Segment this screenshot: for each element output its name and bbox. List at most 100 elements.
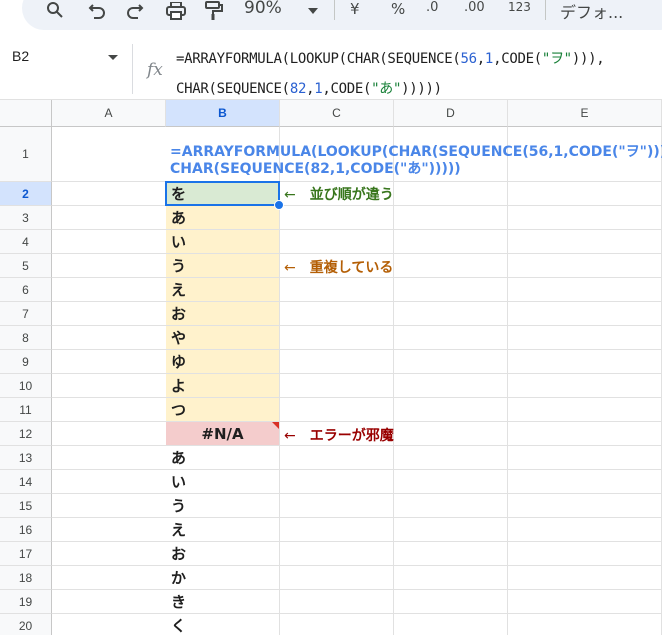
grid-row-line — [52, 589, 662, 590]
row-header-5[interactable]: 5 — [0, 254, 52, 278]
name-box[interactable]: B2 — [12, 48, 29, 64]
select-all-corner[interactable] — [0, 100, 52, 127]
formula-segment: ))), — [571, 51, 605, 67]
formula-segment: ))))) — [401, 81, 442, 97]
search-icon[interactable] — [44, 0, 66, 22]
formula-input-line-1[interactable]: =ARRAYFORMULA(LOOKUP(CHAR(SEQUENCE(56,1,… — [176, 48, 605, 68]
grid-row-line — [52, 229, 662, 230]
formula-string: "ヲ" — [541, 51, 572, 67]
cell-b6[interactable]: え — [166, 278, 279, 301]
grid-row-line — [52, 205, 662, 206]
grid-row-line — [52, 421, 662, 422]
fx-icon: fx — [147, 60, 163, 80]
column-header-a[interactable]: A — [52, 100, 166, 127]
grid-row-line — [52, 325, 662, 326]
cell-b15[interactable]: う — [166, 494, 279, 517]
row-header-11[interactable]: 11 — [0, 398, 52, 422]
formula-input-line-2[interactable]: CHAR(SEQUENCE(82,1,CODE("あ"))))) — [176, 78, 442, 98]
arrow-left-icon: ← — [284, 428, 296, 444]
row-header-10[interactable]: 10 — [0, 374, 52, 398]
formula-number: 82 — [289, 81, 307, 97]
grid-row-line — [52, 277, 662, 278]
cell-b4[interactable]: い — [166, 230, 279, 253]
row-header-6[interactable]: 6 — [0, 278, 52, 302]
print-icon[interactable] — [164, 0, 188, 22]
formula-segment: CHAR(SEQUENCE( — [176, 81, 290, 97]
row-header-19[interactable]: 19 — [0, 590, 52, 614]
row-header-15[interactable]: 15 — [0, 494, 52, 518]
cell-b9[interactable]: ゆ — [166, 350, 279, 373]
error-indicator-icon[interactable] — [272, 422, 279, 429]
zoom-value[interactable]: 90% — [244, 0, 282, 18]
row-header-7[interactable]: 7 — [0, 302, 52, 326]
decrease-decimal-button[interactable]: .0 — [426, 0, 438, 15]
cell-b18[interactable]: か — [166, 566, 279, 589]
grid-row-line — [52, 301, 662, 302]
cell-b7[interactable]: お — [166, 302, 279, 325]
column-header-b[interactable]: B — [166, 100, 280, 127]
annotation-order: ← 並び順が違う — [284, 184, 394, 204]
row-header-9[interactable]: 9 — [0, 350, 52, 374]
row-header-8[interactable]: 8 — [0, 326, 52, 350]
formula-number: 1 — [484, 51, 494, 67]
grid-row-line — [52, 445, 662, 446]
spreadsheet-grid[interactable]: ABCDE 1 2 3 4 5 6 7 8 9 10 11 12 13 14 15 16 17 18 19 20 をあ… — [0, 100, 662, 635]
row-header-4[interactable]: 4 — [0, 230, 52, 254]
formula-number: 56 — [460, 51, 478, 67]
font-family-select[interactable]: デフォ... — [560, 0, 623, 23]
row-header-17[interactable]: 17 — [0, 542, 52, 566]
cell-b3[interactable]: あ — [166, 206, 279, 229]
selected-cell-border — [165, 181, 280, 206]
formula-segment: ,CODE( — [493, 51, 542, 67]
number-format-button[interactable]: 123 — [508, 0, 531, 14]
cell-b10[interactable]: よ — [166, 374, 279, 397]
row-header-18[interactable]: 18 — [0, 566, 52, 590]
zoom-dropdown-icon[interactable] — [306, 0, 320, 22]
formula-segment: , — [476, 51, 485, 67]
row-header-2[interactable]: 2 — [0, 182, 52, 206]
cell-b1-line-1: =ARRAYFORMULA(LOOKUP(CHAR(SEQUENCE(56,1,… — [170, 144, 662, 160]
row-header-12[interactable]: 12 — [0, 422, 52, 446]
annotation-duplicate: ← 重複している — [284, 257, 393, 277]
currency-format-button[interactable]: ¥ — [350, 0, 360, 18]
cell-b17[interactable]: お — [166, 542, 279, 565]
annotation-error-text: エラーが邪魔 — [309, 428, 394, 444]
paint-format-icon[interactable] — [202, 0, 226, 22]
cell-b5[interactable]: う — [166, 254, 279, 277]
cell-b14[interactable]: い — [166, 470, 279, 493]
cell-b1-line-2: CHAR(SEQUENCE(82,1,CODE("あ"))))) — [170, 161, 461, 177]
column-header-e[interactable]: E — [508, 100, 662, 127]
redo-icon[interactable] — [124, 0, 146, 22]
name-box-dropdown-icon[interactable] — [108, 55, 118, 60]
column-header-c[interactable]: C — [280, 100, 394, 127]
grid-row-line — [52, 613, 662, 614]
fill-handle[interactable] — [274, 200, 284, 210]
row-header-3[interactable]: 3 — [0, 206, 52, 230]
annotation-duplicate-text: 重複している — [309, 260, 394, 276]
formula-segment: , — [306, 81, 315, 97]
cell-b19[interactable]: き — [166, 590, 279, 613]
undo-icon[interactable] — [86, 0, 108, 22]
formula-bar: B2 fx =ARRAYFORMULA(LOOKUP(CHAR(SEQUENCE… — [0, 36, 662, 100]
percent-format-button[interactable]: % — [391, 0, 405, 18]
grid-row-line — [52, 397, 662, 398]
cell-b20[interactable]: く — [166, 614, 279, 635]
formula-segment: ,CODE( — [322, 81, 372, 97]
row-header-16[interactable]: 16 — [0, 518, 52, 542]
cell-b13[interactable]: あ — [166, 446, 279, 469]
row-header-20[interactable]: 20 — [0, 614, 52, 635]
row-header-1[interactable]: 1 — [0, 127, 52, 182]
annotation-order-text: 並び順が違う — [309, 187, 394, 203]
grid-row-line — [52, 349, 662, 350]
row-header-13[interactable]: 13 — [0, 446, 52, 470]
column-header-d[interactable]: D — [394, 100, 508, 127]
formula-string: "あ" — [371, 81, 402, 97]
cell-b11[interactable]: つ — [166, 398, 279, 421]
cell-b12[interactable]: #N/A — [166, 422, 279, 445]
grid-row-line — [52, 181, 662, 182]
row-header-14[interactable]: 14 — [0, 470, 52, 494]
increase-decimal-button[interactable]: .00 — [464, 0, 485, 15]
cell-b16[interactable]: え — [166, 518, 279, 541]
cell-b8[interactable]: や — [166, 326, 279, 349]
grid-row-line — [52, 253, 662, 254]
